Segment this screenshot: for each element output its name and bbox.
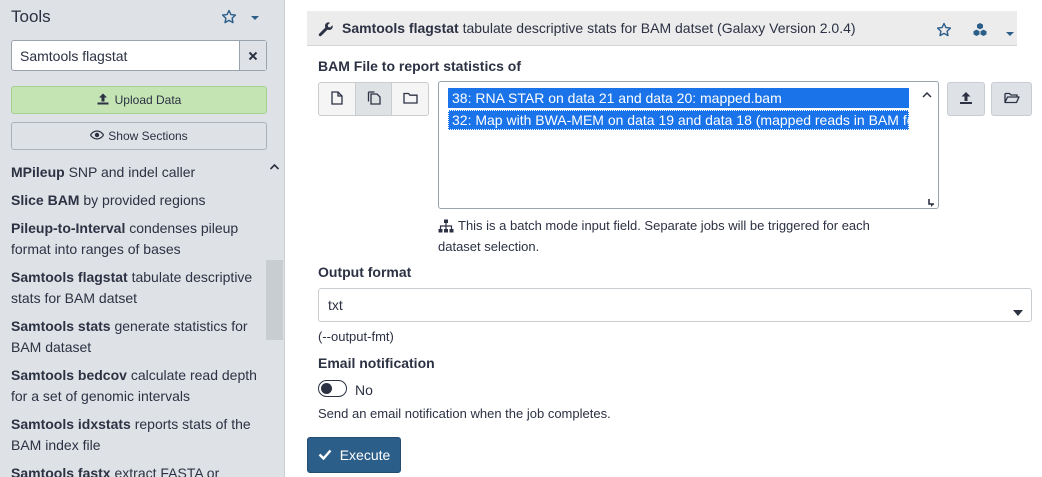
- star-icon[interactable]: [221, 9, 237, 25]
- show-sections-button[interactable]: Show Sections: [11, 122, 267, 150]
- tool-header: Samtools flagstat tabulate descriptive s…: [307, 11, 1017, 46]
- dataset-collection-button[interactable]: [392, 83, 428, 115]
- files-icon: [367, 90, 381, 108]
- email-notification-toggle[interactable]: [318, 380, 347, 397]
- input-mode-group: [318, 82, 429, 116]
- star-icon[interactable]: [936, 22, 952, 38]
- output-format-help: (--output-fmt): [318, 329, 394, 344]
- multiple-datasets-button[interactable]: [355, 83, 393, 115]
- tool-item-pileup-to-interval[interactable]: Pileup-to-Interval condenses pileup form…: [11, 218, 259, 260]
- tool-name: Samtools bedcov: [11, 367, 127, 383]
- email-toggle-label: No: [355, 382, 373, 398]
- tool-name: Samtools idxstats: [11, 416, 131, 432]
- output-format-select[interactable]: txt: [318, 288, 1032, 322]
- tool-name: Samtools fastx: [11, 465, 111, 477]
- bam-input-label: BAM File to report statistics of: [318, 58, 522, 74]
- bam-dataset-select[interactable]: 38: RNA STAR on data 21 and data 20: map…: [438, 81, 939, 209]
- caret-down-icon: [1013, 303, 1023, 316]
- output-format-value: txt: [328, 297, 343, 313]
- tool-name: Samtools stats: [11, 318, 111, 334]
- upload-dataset-button[interactable]: [947, 82, 985, 116]
- dataset-option[interactable]: 38: RNA STAR on data 21 and data 20: map…: [448, 88, 909, 108]
- tool-form: Samtools flagstat tabulate descriptive s…: [285, 0, 1042, 477]
- tool-list-scrollbar[interactable]: [266, 156, 283, 477]
- tool-panel-title: Tools: [11, 7, 51, 26]
- tool-list: MPileup SNP and indel caller Slice BAM b…: [11, 162, 259, 477]
- tool-name: Pileup-to-Interval: [11, 220, 126, 236]
- upload-icon: [97, 93, 109, 108]
- tool-item-samtools-idxstats[interactable]: Samtools idxstats reports stats of the B…: [11, 414, 259, 456]
- tool-title-description: tabulate descriptive stats for BAM datse…: [462, 20, 856, 36]
- tool-name: Samtools flagstat: [11, 269, 128, 285]
- tool-item-samtools-bedcov[interactable]: Samtools bedcov calculate read depth for…: [11, 365, 259, 407]
- show-sections-label: Show Sections: [108, 129, 188, 143]
- tool-title-name: Samtools flagstat: [342, 20, 459, 36]
- tool-name: MPileup: [11, 164, 65, 180]
- upload-data-label: Upload Data: [114, 93, 182, 107]
- caret-down-icon[interactable]: [1005, 25, 1015, 36]
- folder-icon: [403, 91, 418, 107]
- tool-title: Samtools flagstat tabulate descriptive s…: [342, 20, 856, 36]
- sitemap-icon: [438, 218, 458, 233]
- tool-desc: by provided regions: [83, 192, 206, 208]
- tool-desc: SNP and indel caller: [68, 164, 196, 180]
- email-notification-help: Send an email notification when the job …: [318, 406, 611, 421]
- resize-icon[interactable]: [925, 195, 935, 207]
- email-notification-label: Email notification: [318, 355, 435, 371]
- dataset-option[interactable]: 32: Map with BWA-MEM on data 19 and data…: [448, 110, 909, 130]
- output-format-label: Output format: [318, 264, 412, 280]
- upload-data-button[interactable]: Upload Data: [11, 86, 267, 114]
- wrench-icon: [318, 21, 334, 37]
- tool-item-samtools-stats[interactable]: Samtools stats generate statistics for B…: [11, 316, 259, 358]
- tool-item-samtools-fastx[interactable]: Samtools fastx extract FASTA or: [11, 463, 259, 477]
- tool-item-mpileup[interactable]: MPileup SNP and indel caller: [11, 162, 259, 183]
- tool-item-samtools-flagstat[interactable]: Samtools flagstat tabulate descriptive s…: [11, 267, 259, 309]
- tool-item-slice-bam[interactable]: Slice BAM by provided regions: [11, 190, 259, 211]
- upload-icon: [959, 91, 973, 108]
- scroll-up-icon[interactable]: [269, 159, 280, 170]
- tool-name: Slice BAM: [11, 192, 80, 208]
- batch-mode-text: This is a batch mode input field. Separa…: [438, 218, 870, 254]
- close-icon: [248, 48, 258, 64]
- batch-mode-note: This is a batch mode input field. Separa…: [438, 215, 908, 257]
- single-dataset-button[interactable]: [319, 83, 356, 115]
- file-icon: [331, 90, 343, 108]
- execute-label: Execute: [339, 447, 391, 463]
- check-icon: [318, 447, 332, 463]
- browse-datasets-button[interactable]: [991, 82, 1032, 116]
- execute-button[interactable]: Execute: [307, 437, 401, 473]
- clear-search-button[interactable]: [239, 41, 266, 70]
- scroll-up-icon[interactable]: [922, 86, 932, 98]
- tool-search: [11, 40, 267, 71]
- tool-search-input[interactable]: [12, 41, 241, 70]
- toggle-knob: [321, 383, 332, 394]
- scrollbar-thumb[interactable]: [266, 260, 283, 340]
- caret-down-icon[interactable]: [250, 10, 260, 20]
- folder-open-icon: [1003, 91, 1020, 107]
- tool-panel: Tools Upload Data Show Sections MPileup …: [0, 0, 285, 477]
- tool-desc: extract FASTA or: [114, 465, 220, 477]
- cubes-icon[interactable]: [972, 22, 988, 38]
- eye-icon: [90, 129, 105, 143]
